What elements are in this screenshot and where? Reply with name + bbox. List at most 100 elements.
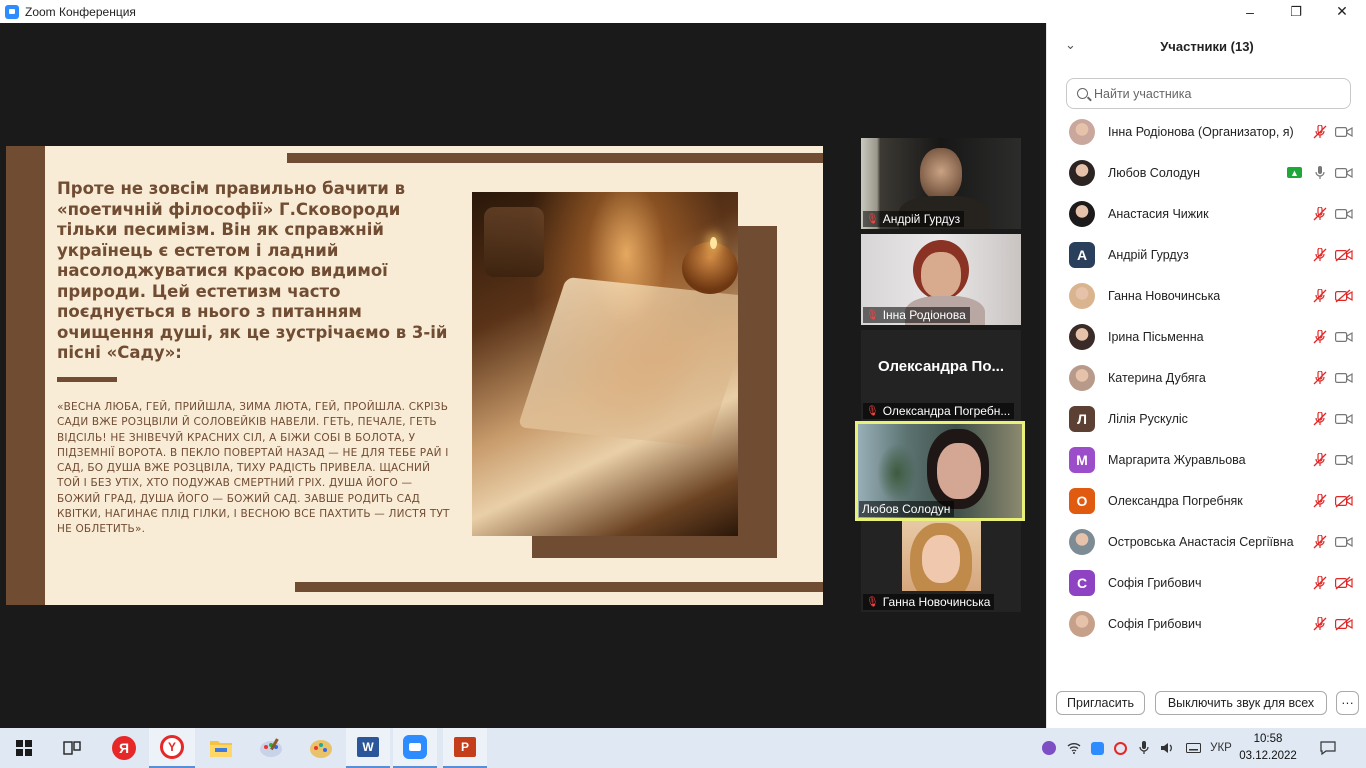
clock-date: 03.12.2022 (1239, 750, 1297, 762)
clock-time: 10:58 (1253, 733, 1283, 745)
mute-all-button[interactable]: Выключить звук для всех (1155, 691, 1327, 715)
participant-name: Інна Родіонова (Организатор, я) (1108, 124, 1294, 139)
participant-row[interactable]: Ганна Новочинська (1047, 275, 1366, 316)
mic-muted-icon[interactable] (1312, 247, 1328, 263)
participant-row[interactable]: Інна Родіонова (Организатор, я) (1047, 111, 1366, 152)
camera-icon[interactable] (1334, 452, 1354, 468)
wifi-icon[interactable] (1066, 740, 1082, 756)
participant-row[interactable]: О Олександра Погребняк (1047, 480, 1366, 521)
powerpoint-icon[interactable]: P (443, 728, 487, 768)
participants-footer: Пригласить Выключить звук для всех ··· (1047, 687, 1366, 717)
participants-header: ⌄ Участники (13) (1047, 23, 1366, 69)
more-options-button[interactable]: ··· (1336, 691, 1359, 715)
mic-muted-icon[interactable] (1312, 616, 1328, 632)
participant-list: Інна Родіонова (Организатор, я) Любов Сол… (1047, 111, 1366, 644)
invite-button[interactable]: Пригласить (1056, 691, 1145, 715)
avatar (1069, 159, 1095, 186)
mic-muted-icon[interactable] (1312, 206, 1328, 222)
participant-row[interactable]: Софія Грибович (1047, 603, 1366, 644)
word-icon[interactable]: W (346, 728, 390, 768)
camera-off-icon[interactable] (1334, 288, 1354, 304)
participant-row[interactable]: Катерина Дубяга (1047, 357, 1366, 398)
yandex-tray-icon[interactable] (1112, 740, 1128, 756)
avatar: М (1069, 446, 1095, 473)
participant-row[interactable]: Анастасия Чижик (1047, 193, 1366, 234)
paint-3d-icon[interactable] (297, 728, 345, 768)
camera-icon[interactable] (1334, 329, 1354, 345)
avatar: С (1069, 569, 1095, 596)
viber-icon[interactable] (1041, 740, 1057, 756)
mic-muted-icon[interactable] (1312, 411, 1328, 427)
video-tile[interactable]: 🎙 Андрій Гурдуз (861, 138, 1021, 229)
yandex-icon[interactable]: Y (149, 728, 195, 768)
mic-muted-icon[interactable] (1312, 329, 1328, 345)
minimize-button[interactable]: – (1227, 0, 1273, 23)
slide-book-candle-image (472, 192, 738, 536)
camera-off-icon[interactable] (1334, 247, 1354, 263)
slide-top-bar (287, 153, 823, 163)
video-tile[interactable]: 🎙 Ганна Новочинська (861, 521, 1021, 612)
video-tile-display-name: Олександра По... (877, 358, 1005, 375)
camera-icon[interactable] (1334, 206, 1354, 222)
avatar (1069, 610, 1095, 637)
participant-row[interactable]: Ірина Пісьменна (1047, 316, 1366, 357)
mic-muted-icon[interactable] (1312, 493, 1328, 509)
camera-icon[interactable] (1334, 534, 1354, 550)
avatar (1069, 282, 1095, 309)
title-bar: Zoom Конференция – ❐ ✕ (0, 0, 1366, 23)
screen-share-icon: ▲ (1287, 167, 1302, 178)
zoom-tray-icon[interactable] (1089, 740, 1105, 756)
restore-button[interactable]: ❐ (1273, 0, 1319, 23)
participant-name: Островська Анастасія Сергіївна (1108, 534, 1294, 549)
camera-off-icon[interactable] (1334, 575, 1354, 591)
clock[interactable]: 10:58 03.12.2022 (1238, 731, 1298, 765)
video-tile[interactable]: Олександра По... 🎙 Олександра Погребн... (861, 330, 1021, 421)
avatar (1069, 200, 1095, 227)
slide-bottom-bar (295, 582, 823, 592)
participant-row[interactable]: Любов Солодун ▲ (1047, 152, 1366, 193)
participants-panel: ⌄ Участники (13) Інна Родіонова (Организ… (1046, 23, 1366, 728)
mic-muted-icon[interactable] (1312, 575, 1328, 591)
mic-icon[interactable] (1312, 165, 1328, 181)
mic-muted-icon[interactable] (1312, 370, 1328, 386)
search-input[interactable] (1094, 86, 1334, 101)
slide-left-bar (6, 146, 45, 605)
participant-row[interactable]: А Андрій Гурдуз (1047, 234, 1366, 275)
camera-off-icon[interactable] (1334, 616, 1354, 632)
mic-muted-icon[interactable] (1312, 534, 1328, 550)
file-explorer-icon[interactable] (197, 728, 245, 768)
participant-row[interactable]: М Маргарита Журавльова (1047, 439, 1366, 480)
start-icon[interactable] (0, 728, 48, 768)
yandex-browser-icon[interactable]: Я (100, 728, 148, 768)
close-button[interactable]: ✕ (1319, 0, 1365, 23)
participant-row[interactable]: Островська Анастасія Сергіївна (1047, 521, 1366, 562)
camera-icon[interactable] (1334, 411, 1354, 427)
mic-muted-icon[interactable] (1312, 288, 1328, 304)
camera-off-icon[interactable] (1334, 493, 1354, 509)
camera-icon[interactable] (1334, 370, 1354, 386)
task-view-icon[interactable] (48, 728, 96, 768)
mic-muted-icon[interactable] (1312, 452, 1328, 468)
paint-icon[interactable] (247, 728, 295, 768)
camera-icon[interactable] (1334, 165, 1354, 181)
window-title: Zoom Конференция (25, 4, 136, 19)
participant-row[interactable]: С Софія Грибович (1047, 562, 1366, 603)
participant-search (1066, 78, 1351, 109)
volume-icon[interactable] (1159, 740, 1175, 756)
microphone-icon[interactable] (1136, 740, 1152, 756)
language-indicator[interactable]: УКР (1208, 740, 1234, 756)
chevron-down-icon[interactable]: ⌄ (1065, 37, 1076, 53)
video-tile-active-speaker[interactable]: Любов Солодун (855, 421, 1025, 521)
camera-icon[interactable] (1334, 124, 1354, 140)
participant-row[interactable]: Л Лілія Рускуліс (1047, 398, 1366, 439)
mic-muted-icon[interactable] (1312, 124, 1328, 140)
slide-heading: Проте не зовсім правильно бачити в «поет… (57, 179, 448, 362)
video-tile[interactable]: 🎙 Інна Родіонова (861, 234, 1021, 325)
windows-taskbar: Я Y W P УКР 10:58 03.12.2022 (0, 728, 1366, 768)
video-tile-name: Любов Солодун (862, 502, 951, 516)
participant-name: Софія Грибович (1108, 616, 1202, 631)
mic-muted-icon: 🎙 (866, 405, 879, 417)
notifications-icon[interactable] (1319, 740, 1337, 756)
keyboard-icon[interactable] (1185, 740, 1201, 756)
zoom-icon[interactable] (393, 728, 437, 768)
